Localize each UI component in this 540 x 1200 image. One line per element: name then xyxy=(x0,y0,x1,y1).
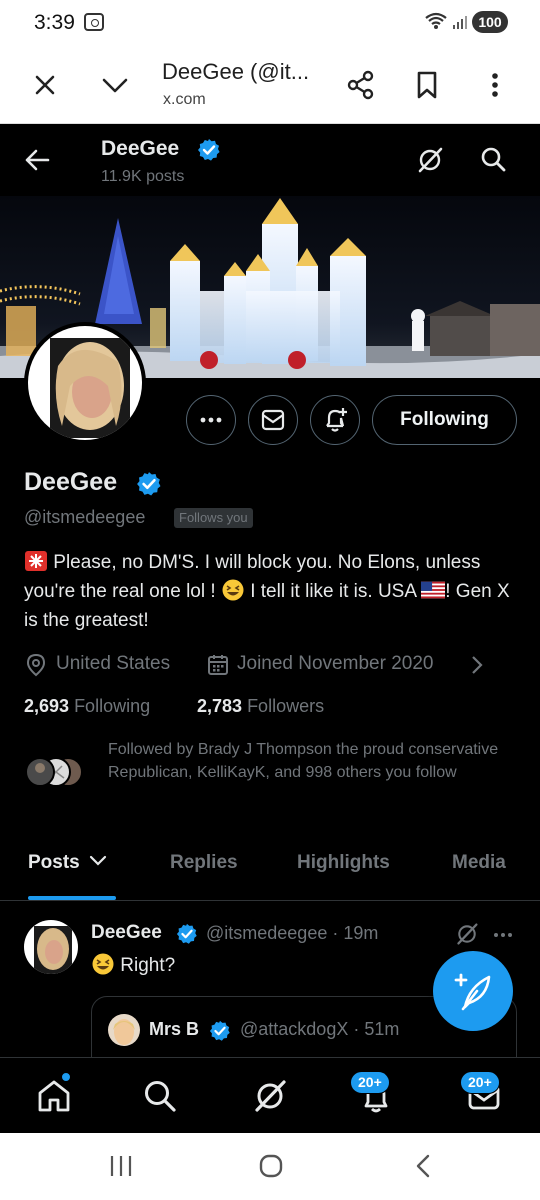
post-avatar[interactable] xyxy=(24,920,78,974)
profile-joined[interactable]: Joined November 2020 xyxy=(206,652,496,678)
post-body: Right? xyxy=(120,955,176,976)
siren-emoji-icon xyxy=(25,551,47,571)
quote-meta: @attackdogX · 51m xyxy=(240,1019,400,1039)
more-options-button[interactable] xyxy=(186,395,236,445)
followers-count: 2,783 xyxy=(197,696,243,716)
avatar-image xyxy=(28,326,142,440)
followers-label: Followers xyxy=(247,696,325,716)
compose-button[interactable] xyxy=(433,951,513,1031)
tab-media[interactable]: Media xyxy=(452,852,506,874)
location-icon xyxy=(26,653,46,677)
laughing-emoji-icon xyxy=(222,579,244,601)
bookmark-icon[interactable] xyxy=(410,68,444,102)
verified-badge-icon xyxy=(198,139,220,161)
tab-highlights[interactable]: Highlights xyxy=(297,852,390,874)
more-icon[interactable] xyxy=(492,925,514,945)
tab-posts[interactable]: Posts xyxy=(28,852,108,874)
header-name: DeeGee xyxy=(101,137,180,160)
profile-name: DeeGee xyxy=(24,468,118,496)
share-icon[interactable] xyxy=(344,68,378,102)
more-icon xyxy=(200,417,222,423)
laughing-emoji-icon xyxy=(92,953,114,975)
close-icon[interactable] xyxy=(28,68,62,102)
status-time: 3:39 xyxy=(34,11,75,34)
battery-indicator: 100 xyxy=(472,11,508,33)
messages-badge: 20+ xyxy=(460,1071,500,1094)
profile-location: United States xyxy=(24,652,194,678)
system-nav-bar xyxy=(0,1133,540,1200)
back-arrow-icon[interactable] xyxy=(24,148,50,172)
compose-icon xyxy=(454,973,491,1011)
verified-badge-icon xyxy=(209,1020,230,1041)
verified-badge-icon xyxy=(176,923,197,944)
profile-bio: Please, no DM'S. I will block you. No El… xyxy=(24,548,524,635)
more-vert-icon[interactable] xyxy=(478,68,512,102)
verified-badge-icon xyxy=(137,472,161,496)
grok-icon[interactable] xyxy=(252,1078,288,1114)
message-button[interactable] xyxy=(248,395,298,445)
bottom-nav: 20+ 20+ xyxy=(0,1057,540,1133)
chevron-down-icon[interactable] xyxy=(98,68,132,102)
post-avatar-image xyxy=(24,920,78,974)
post-text: Right? xyxy=(91,953,175,977)
quote-author-name: Mrs B xyxy=(149,1019,200,1039)
screenshot-icon xyxy=(84,13,104,31)
location-text: United States xyxy=(56,653,171,674)
tab-replies[interactable]: Replies xyxy=(170,852,238,874)
home-button-icon[interactable] xyxy=(258,1153,284,1179)
followed-by-text[interactable]: Followed by Brady J Thompson the proud c… xyxy=(108,738,508,784)
bio-text-2: I tell it like it is. USA xyxy=(244,581,422,602)
profile-header-bar: DeeGee 11.9K posts xyxy=(0,124,540,196)
search-icon[interactable] xyxy=(142,1078,178,1114)
following-label: Following xyxy=(74,696,151,716)
following-count: 2,693 xyxy=(24,696,70,716)
tabs-divider xyxy=(0,900,540,901)
grok-icon[interactable] xyxy=(455,922,479,946)
followers-stat[interactable]: 2,783 Followers xyxy=(197,696,324,717)
quote-avatar xyxy=(108,1014,140,1046)
status-bar: 3:39 100 xyxy=(0,0,540,46)
notify-button[interactable] xyxy=(310,395,360,445)
following-button[interactable]: Following xyxy=(372,395,517,445)
recent-apps-icon[interactable] xyxy=(108,1153,134,1179)
notifications-badge: 20+ xyxy=(350,1071,390,1094)
chevron-down-icon xyxy=(89,855,107,866)
page-url[interactable]: x.com xyxy=(163,91,206,109)
browser-toolbar: DeeGee (@it... x.com xyxy=(0,46,540,124)
chevron-right-icon xyxy=(472,656,483,674)
follows-you-badge: Follows you xyxy=(174,508,253,528)
wifi-icon xyxy=(425,12,447,29)
us-flag-emoji-icon xyxy=(421,581,446,599)
signal-icon xyxy=(453,16,467,29)
home-icon[interactable] xyxy=(36,1078,72,1114)
calendar-icon xyxy=(208,655,228,675)
joined-text: Joined November 2020 xyxy=(237,653,434,674)
quote-avatar-image xyxy=(108,1014,140,1046)
profile-avatar[interactable] xyxy=(24,322,146,444)
profile-handle: @itsmedeegee xyxy=(24,507,146,527)
page-title: DeeGee (@it... xyxy=(162,59,310,84)
search-icon[interactable] xyxy=(480,146,506,172)
back-button-icon[interactable] xyxy=(410,1153,436,1179)
bell-plus-icon xyxy=(326,408,347,432)
home-new-indicator xyxy=(61,1072,71,1082)
mail-icon xyxy=(261,409,285,431)
header-post-count: 11.9K posts xyxy=(101,168,185,185)
post-author-name[interactable]: DeeGee xyxy=(91,922,162,944)
followed-by-avatars[interactable] xyxy=(24,756,84,788)
post-meta: @itsmedeegee · 19m xyxy=(206,923,379,943)
grok-icon[interactable] xyxy=(416,146,444,174)
tab-posts-label: Posts xyxy=(28,852,80,873)
following-stat[interactable]: 2,693 Following xyxy=(24,696,150,717)
